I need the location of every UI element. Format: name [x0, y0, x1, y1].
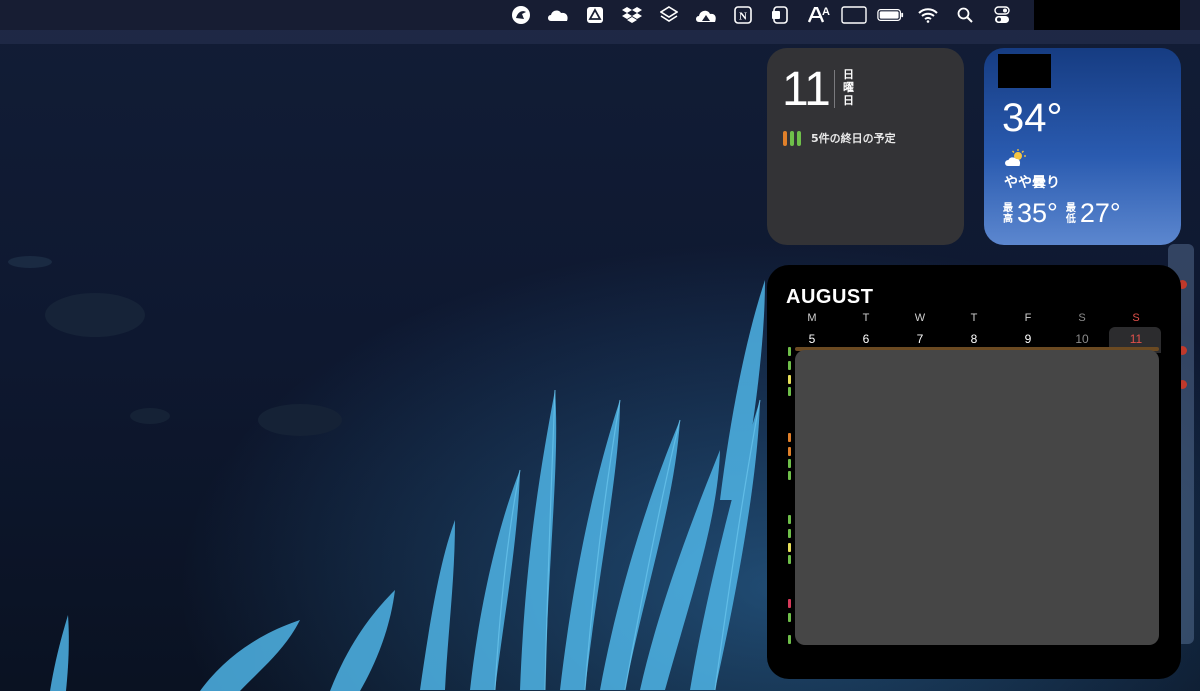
event-color-lines [788, 347, 794, 647]
partly-cloudy-sun-icon [1004, 149, 1028, 172]
day-cell-today[interactable]: 11 [1109, 332, 1163, 346]
weekday-label: T [970, 312, 978, 324]
date-day-number: 11 [782, 63, 831, 116]
stack-icon[interactable] [655, 4, 682, 26]
event-color-line [788, 613, 791, 622]
event-color-line [788, 387, 791, 396]
high-low-temps: 最高 35° 最低 27° [1003, 198, 1129, 229]
dropbox-icon[interactable] [618, 4, 645, 26]
weather-condition: やや曇り [1004, 175, 1060, 191]
event-bar [790, 130, 794, 146]
event-color-line [788, 471, 791, 480]
week-days: 5 6 7 8 9 10 11 [785, 332, 1169, 346]
weekday-label: S [1132, 312, 1140, 324]
event-color-line [788, 459, 791, 468]
weekday-label: M [807, 312, 817, 324]
high-temp: 35° [1017, 198, 1058, 228]
event-color-bars [783, 130, 801, 146]
event-color-line [788, 447, 791, 456]
wifi-icon[interactable] [914, 4, 941, 26]
event-color-line [788, 361, 791, 370]
low-label: 最低 [1065, 202, 1076, 225]
day-cell[interactable]: 6 [839, 332, 893, 346]
onedrive-icon[interactable] [544, 4, 571, 26]
weekday-header: M T W T F S S [785, 312, 1169, 324]
cloud-mountain-icon[interactable] [692, 4, 719, 26]
streaks-icon[interactable] [507, 4, 534, 26]
weekday-label: W [914, 312, 926, 324]
event-bar [797, 130, 801, 146]
weekday-label: F [1024, 312, 1032, 324]
events-redacted [795, 350, 1159, 645]
input-method-label: A [822, 6, 830, 18]
calendar-month: AUGUST [786, 286, 874, 308]
event-color-line [788, 347, 791, 356]
low-temp: 27° [1079, 198, 1121, 228]
event-color-line [788, 555, 791, 564]
clock-redacted [1034, 0, 1180, 30]
day-cell[interactable]: 5 [785, 332, 839, 346]
date-weekday: 日曜日 [843, 68, 854, 107]
high-label: 最高 [1003, 202, 1013, 225]
events-summary: 5件の終日の予定 [811, 132, 896, 145]
notion-icon[interactable]: N [729, 4, 756, 26]
event-color-line [788, 529, 791, 538]
battery-icon[interactable] [877, 4, 904, 26]
day-cell[interactable]: 7 [893, 332, 947, 346]
menubar-shadow [0, 30, 1200, 44]
weekday-label: T [862, 312, 870, 324]
onenote-icon[interactable] [766, 4, 793, 26]
search-icon[interactable] [951, 4, 978, 26]
event-bar [783, 130, 787, 146]
weekday-label: S [1078, 312, 1086, 324]
event-color-line [788, 543, 791, 552]
day-cell[interactable]: 9 [1001, 332, 1055, 346]
event-color-line [788, 433, 791, 442]
day-cell[interactable]: 10 [1055, 332, 1109, 346]
input-method-icon[interactable] [840, 4, 867, 26]
date-widget[interactable]: 11 日曜日 5件の終日の予定 [767, 48, 964, 245]
event-color-line [788, 515, 791, 524]
svg-text:N: N [739, 11, 747, 23]
location-redacted [998, 54, 1051, 88]
all-day-events: 5件の終日の予定 [783, 130, 896, 146]
day-cell[interactable]: 8 [947, 332, 1001, 346]
current-temperature: 34° [1002, 96, 1063, 140]
event-color-line [788, 599, 791, 608]
event-color-line [788, 635, 791, 644]
calendar-widget[interactable]: AUGUST M T W T F S S 5 6 7 8 9 10 11 [767, 265, 1181, 679]
date-separator [834, 70, 835, 108]
weather-widget[interactable]: 34° やや曇り 最高 35° 最低 27° [984, 48, 1181, 245]
control-center-icon[interactable] [988, 4, 1015, 26]
google-drive-icon[interactable] [581, 4, 608, 26]
event-color-line [788, 375, 791, 384]
menu-bar: N [0, 0, 1200, 30]
